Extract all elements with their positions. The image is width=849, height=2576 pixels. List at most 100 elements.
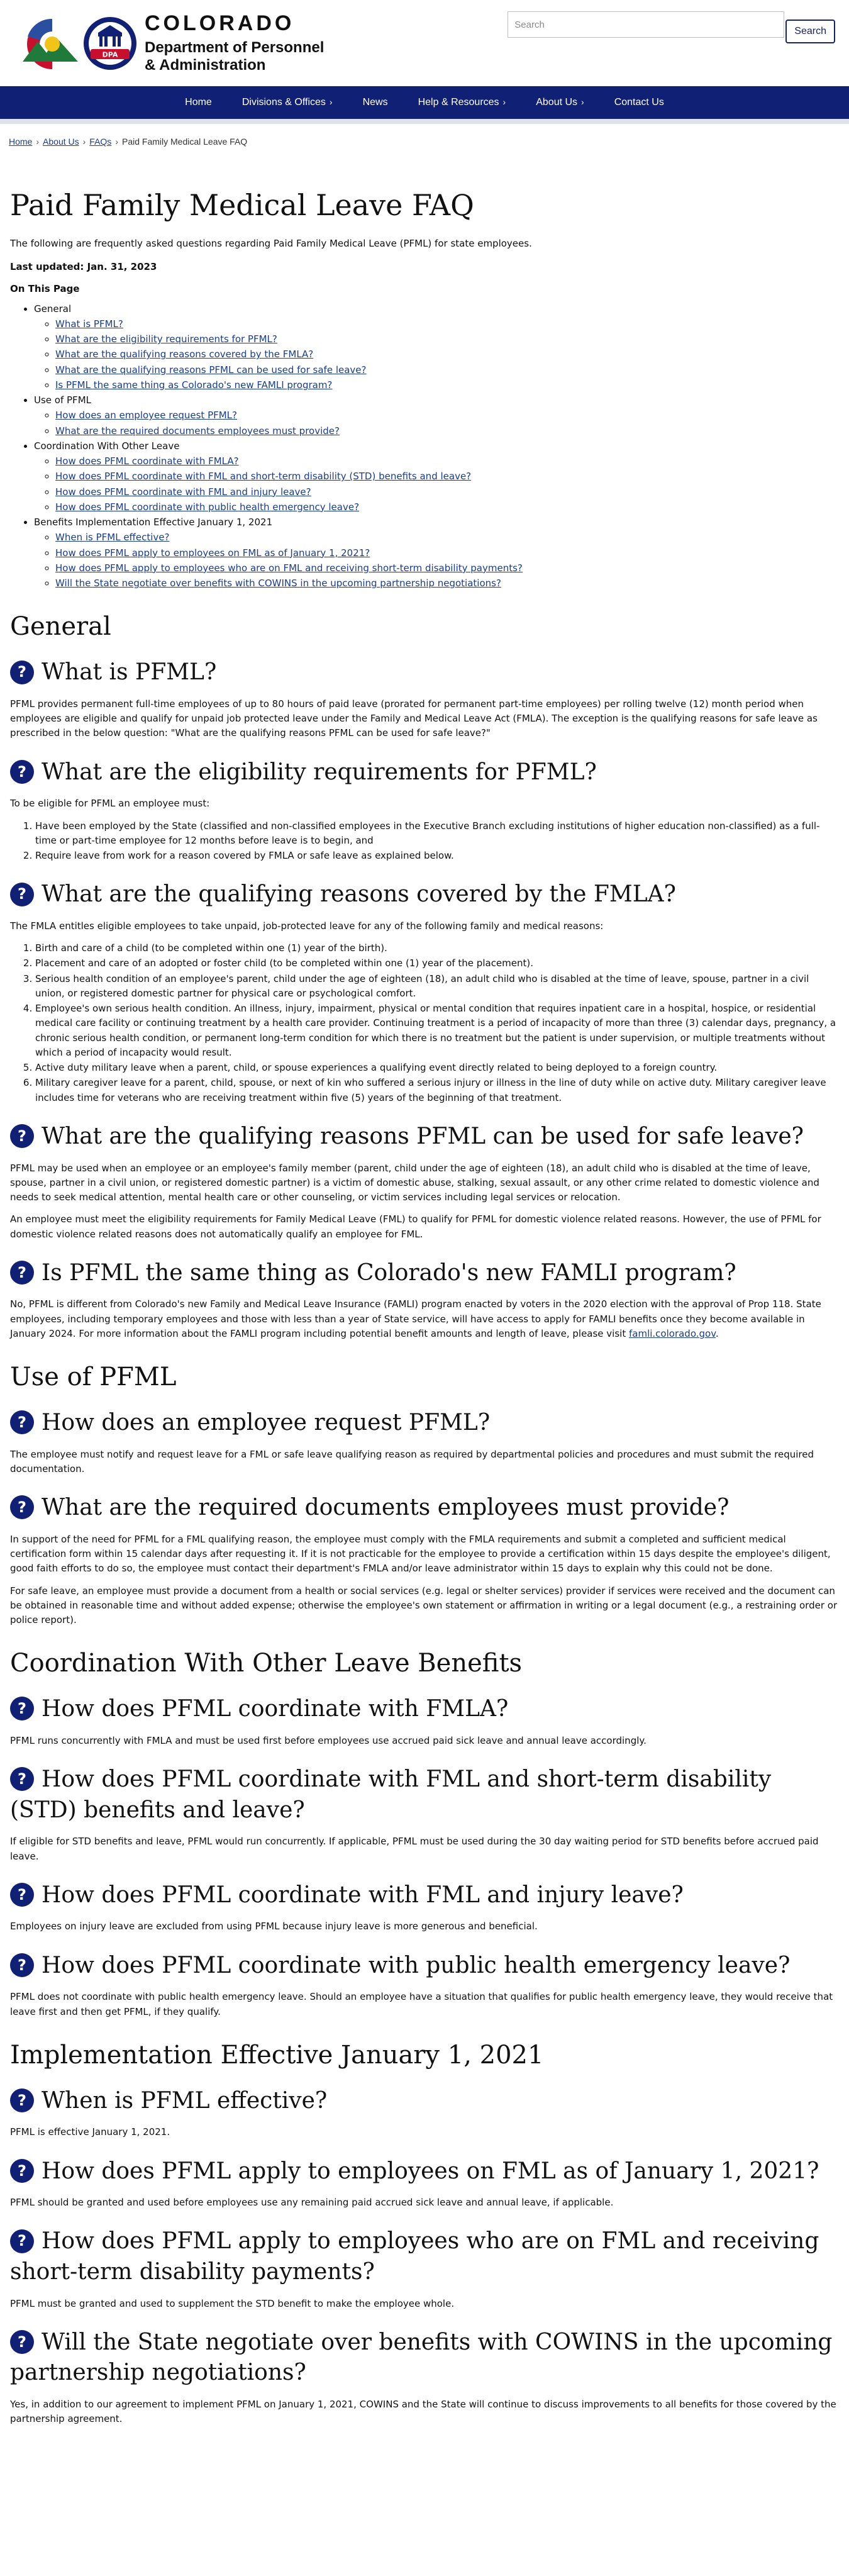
- faq-question-text: What are the qualifying reasons covered …: [42, 881, 676, 908]
- question-mark-icon: ?: [10, 1767, 34, 1792]
- faq-question-text: How does an employee request PFML?: [42, 1410, 491, 1436]
- question-mark-icon: ?: [10, 882, 34, 906]
- faq-question-text: What are the qualifying reasons PFML can…: [42, 1123, 804, 1149]
- toc-link[interactable]: What are the required documents employee…: [55, 425, 340, 437]
- toc-item: How does PFML apply to employees who are…: [55, 561, 839, 576]
- nav-item-label: Home: [185, 96, 212, 108]
- dpa-seal-icon: DPA: [84, 16, 136, 70]
- breadcrumb-separator: ›: [82, 137, 86, 147]
- question-mark-icon: ?: [10, 2229, 34, 2253]
- question-mark-icon: ?: [10, 1260, 34, 1285]
- toc-link[interactable]: How does PFML coordinate with FML and sh…: [55, 471, 471, 482]
- toc-item: How does PFML coordinate with FML and sh…: [55, 469, 839, 484]
- logo-text: COLORADO Department of Personnel & Admin…: [145, 13, 324, 74]
- breadcrumb-separator: ›: [36, 137, 40, 147]
- list-item: Employee's own serious health condition.…: [35, 1001, 839, 1060]
- toc-group-label: Use of PFML: [34, 394, 91, 406]
- toc-item: How does PFML coordinate with FML and in…: [55, 485, 839, 499]
- faq-item: ? How does PFML coordinate with FMLA? PFML…: [10, 1694, 839, 1748]
- faq-item: ? Is PFML the same thing as Colorado's ne…: [10, 1258, 839, 1341]
- faq-question: ? How does PFML apply to employees who ar…: [10, 2226, 839, 2287]
- toc-item: What is PFML?: [55, 317, 839, 332]
- toc-link[interactable]: How does PFML coordinate with FMLA?: [55, 455, 239, 467]
- toc-item: How does PFML apply to employees on FML …: [55, 546, 839, 560]
- nav-item-home[interactable]: Home: [170, 95, 227, 111]
- question-mark-icon: ?: [10, 1124, 34, 1149]
- toc-link[interactable]: Is PFML the same thing as Colorado's new…: [55, 379, 332, 391]
- toc-sublist: How does PFML coordinate with FMLA? How d…: [34, 454, 839, 515]
- faq-question-text: What is PFML?: [42, 659, 217, 686]
- section-heading: Implementation Effective January 1, 2021: [10, 2040, 544, 2070]
- faq-answer-paragraph: PFML should be granted and used before e…: [10, 2197, 614, 2209]
- search-input[interactable]: [508, 11, 785, 38]
- faq-answer-list: Birth and care of a child (to be complet…: [10, 941, 839, 1105]
- site-logo[interactable]: DPA COLORADO Department of Personnel & A…: [18, 13, 324, 74]
- faq-question-text: How does PFML coordinate with FMLA?: [42, 1696, 509, 1722]
- list-item: Placement and care of an adopted or fost…: [35, 956, 839, 971]
- faq-item: ? How does an employee request PFML? The e…: [10, 1408, 839, 1476]
- nav-item-about-us[interactable]: About Us ›: [521, 95, 599, 111]
- faq-question-text: How does PFML coordinate with public hea…: [42, 1952, 791, 1978]
- list-item: Birth and care of a child (to be complet…: [35, 941, 839, 956]
- nav-item-help-resources[interactable]: Help & Resources ›: [403, 95, 521, 111]
- toc-link[interactable]: How does an employee request PFML?: [55, 410, 237, 421]
- faq-answer-list: Have been employed by the State (classif…: [10, 819, 839, 864]
- faq-item: ? How does PFML apply to employees who ar…: [10, 2226, 839, 2311]
- faq-question-text: Is PFML the same thing as Colorado's new…: [42, 1259, 736, 1286]
- nav-item-news[interactable]: News: [348, 95, 403, 111]
- faq-item: ? What are the required documents employe…: [10, 1493, 839, 1627]
- question-mark-icon: ?: [10, 2158, 34, 2183]
- faq-answer-paragraph: The employee must notify and request lea…: [10, 1448, 814, 1475]
- faq-question: ? How does an employee request PFML?: [10, 1408, 839, 1439]
- toc-link[interactable]: Will the State negotiate over benefits w…: [55, 577, 501, 589]
- toc-sublist: What is PFML? What are the eligibility re…: [34, 317, 839, 393]
- faq-answer-paragraph: PFML is effective January 1, 2021.: [10, 2126, 170, 2138]
- breadcrumb-faqs-link[interactable]: FAQs: [89, 137, 111, 147]
- toc-link[interactable]: What is PFML?: [55, 318, 123, 330]
- toc-group-use-of-pfml: Use of PFML How does an employee request …: [34, 393, 839, 438]
- breadcrumb-home-link[interactable]: Home: [9, 137, 32, 147]
- search-button[interactable]: Search: [785, 20, 835, 43]
- faq-answer-paragraph: To be eligible for PFML an employee must…: [10, 798, 210, 810]
- toc-link[interactable]: When is PFML effective?: [55, 532, 170, 543]
- faq-item: ? How does PFML coordinate with public he…: [10, 1951, 839, 2019]
- section-heading: Coordination With Other Leave Benefits: [10, 1649, 523, 1678]
- toc-link[interactable]: What are the qualifying reasons covered …: [55, 348, 313, 360]
- nav-item-label: Contact Us: [614, 96, 664, 108]
- toc-link[interactable]: How does PFML coordinate with public hea…: [55, 501, 359, 513]
- faq-question: ? Is PFML the same thing as Colorado's ne…: [10, 1258, 839, 1289]
- toc-link[interactable]: What are the qualifying reasons PFML can…: [55, 364, 367, 376]
- logo-department-line2: & Administration: [145, 56, 266, 74]
- breadcrumb-separator: ›: [115, 137, 118, 147]
- list-item: Require leave from work for a reason cov…: [35, 849, 839, 863]
- faq-question-text: How does PFML apply to employees on FML …: [42, 2158, 819, 2184]
- toc-link[interactable]: How does PFML apply to employees who are…: [55, 562, 523, 574]
- logo-state-name: COLORADO: [145, 11, 295, 35]
- toc-link[interactable]: What are the eligibility requirements fo…: [55, 333, 277, 345]
- toc-link[interactable]: How does PFML coordinate with FML and in…: [55, 486, 311, 498]
- faq-question-text: What are the eligibility requirements fo…: [42, 759, 597, 785]
- section-heading: Use of PFML: [10, 1363, 177, 1392]
- toc-group-coordination-with-other-leave: Coordination With Other Leave How does PF…: [34, 439, 839, 515]
- nav-item-contact-us[interactable]: Contact Us: [599, 95, 679, 111]
- toc-link[interactable]: How does PFML apply to employees on FML …: [55, 547, 370, 559]
- question-mark-icon: ?: [10, 1410, 34, 1435]
- toc-item: What are the eligibility requirements fo…: [55, 332, 839, 347]
- faq-answer-paragraph: PFML must be granted and used to supplem…: [10, 2297, 455, 2309]
- faq-answer-paragraph: In support of the need for PFML for a FM…: [10, 1533, 831, 1575]
- breadcrumb-about-link[interactable]: About Us: [43, 137, 79, 147]
- faq-question: ? What is PFML?: [10, 657, 839, 688]
- faq-answer-paragraph: An employee must meet the eligibility re…: [10, 1213, 821, 1240]
- faq-answer-paragraph: Employees on injury leave are excluded f…: [10, 1921, 538, 1932]
- toc-item: Is PFML the same thing as Colorado's new…: [55, 378, 839, 393]
- toc-item: Will the State negotiate over benefits w…: [55, 576, 839, 591]
- faq-question: ? How does PFML apply to employees on FML…: [10, 2156, 839, 2187]
- main-navigation: Home Divisions & Offices › News Help & Resou…: [0, 86, 849, 119]
- colorado-c-logo-icon: [23, 18, 78, 69]
- faq-section-coordination-with-other-leave-benefits: Coordination With Other Leave Benefits? H…: [10, 1648, 839, 2019]
- nav-item-divisions-offices[interactable]: Divisions & Offices ›: [227, 95, 348, 111]
- question-mark-icon: ?: [10, 1883, 34, 1907]
- toc-group-label: Benefits Implementation Effective Januar…: [34, 516, 273, 528]
- faq-item: ? What is PFML? PFML provides permanent fu…: [10, 657, 839, 740]
- famli-website-link[interactable]: famli.colorado.gov: [629, 1328, 716, 1339]
